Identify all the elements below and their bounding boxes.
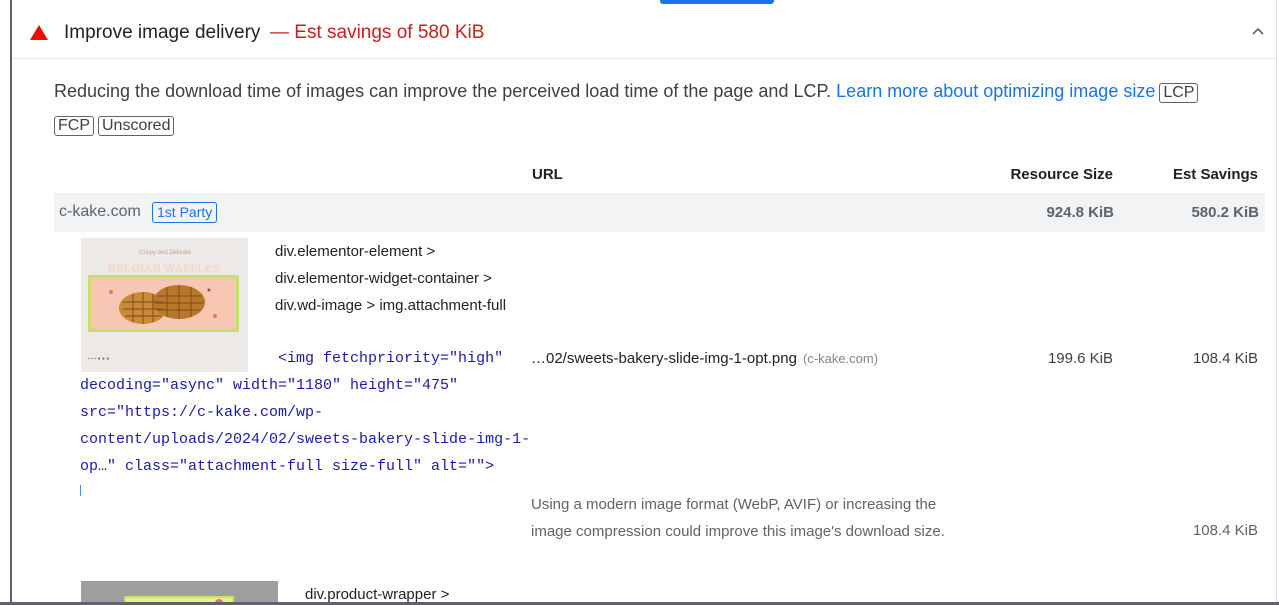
resource-est-savings: 108.4 KiB [1192,350,1258,367]
resource-host: (c-kake.com) [802,351,879,366]
description-text: Reducing the download time of images can… [54,81,832,101]
audit-header[interactable]: Improve image delivery — Est savings of … [12,6,1276,59]
subitem-suggestion: Using a modern image format (WebP, AVIF)… [531,496,945,540]
audit-description: Reducing the download time of images can… [54,75,1264,141]
learn-more-link[interactable]: Learn more about optimizing image size [836,81,1155,101]
tag-fcp: FCP [54,116,94,136]
thumbnail-banner [88,275,239,332]
column-header-resource-size: Resource Size [1010,166,1113,183]
waffles-picture [109,285,217,324]
text-caret [80,485,81,496]
active-tab-indicator [660,0,774,4]
entity-group-row: c-kake.com 1st Party 924.8 KiB 580.2 KiB [54,193,1265,232]
resource-url[interactable]: …02/sweets-bakery-slide-img-1-opt.png (c-… [531,350,878,367]
tag-unscored: Unscored [98,116,175,136]
resource-size: 199.6 KiB [1047,350,1113,367]
tag-lcp: LCP [1159,83,1199,103]
panel-right-border [1276,0,1277,605]
chevron-up-icon[interactable] [1250,23,1266,39]
resource-url-path[interactable]: …02/sweets-bakery-slide-img-1-opt.png [531,350,797,367]
thumbnail-script-text: Crispy and Delicate [139,250,192,256]
audit-title: Improve image delivery [64,22,261,43]
node-html-snippet[interactable]: <img fetchpriority="high" decoding="asyn… [80,345,530,480]
subitem-est-savings: 108.4 KiB [1192,522,1258,539]
column-header-url: URL [532,166,563,183]
column-header-est-savings: Est Savings [1172,166,1258,183]
audit-savings: — Est savings of 580 KiB [270,22,485,43]
first-party-badge: 1st Party [152,202,218,223]
fail-triangle-icon [30,25,48,40]
panel-left-border [10,0,12,605]
group-est-savings: 580.2 KiB [1191,204,1259,221]
entity-name: c-kake.com [59,203,141,220]
next-node-selector-path[interactable]: div.product-wrapper > [305,586,449,603]
thumbnail-title: BELGIAN WAFFLES [108,263,221,275]
node-selector-path[interactable]: div.elementor-element > div.elementor-wi… [275,238,520,319]
group-resource-size: 924.8 KiB [1046,204,1114,221]
